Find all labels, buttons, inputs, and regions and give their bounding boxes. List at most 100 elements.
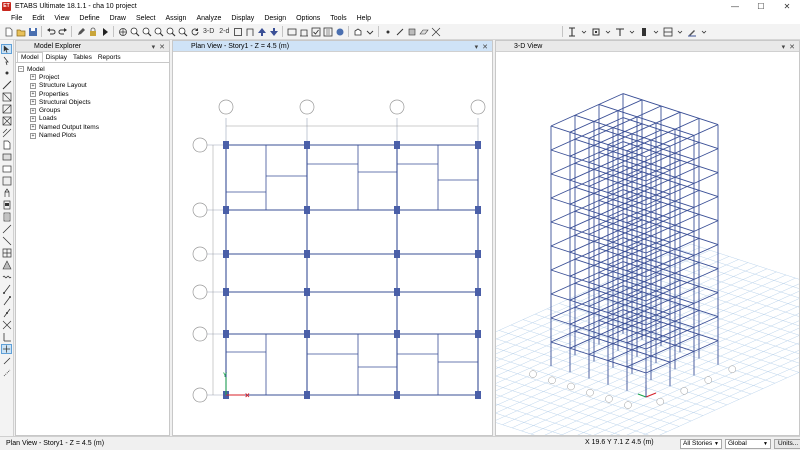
draw-wall-stack-icon[interactable]	[1, 188, 12, 198]
plan-view-canvas[interactable]: ×Y	[173, 52, 492, 435]
column-icon[interactable]	[638, 26, 649, 37]
plan-view-window[interactable]: Plan View - Story1 - Z = 4.5 (m) ▾ ✕ × Y	[172, 40, 493, 436]
draw-braces-icon[interactable]	[1, 104, 12, 114]
draw-beam-icon[interactable]	[1, 80, 12, 90]
3d-view-canvas[interactable]	[496, 52, 799, 435]
chevron-down-icon[interactable]	[674, 26, 685, 37]
pane-close-icon[interactable]: ✕	[789, 43, 795, 51]
undo-icon[interactable]	[45, 26, 56, 37]
zoom-window-icon[interactable]	[153, 26, 164, 37]
pane-menu-icon[interactable]: ▾	[782, 43, 786, 51]
zoom-in-icon[interactable]	[129, 26, 140, 37]
tab-model[interactable]: Model	[17, 52, 43, 62]
new-icon[interactable]	[3, 26, 14, 37]
expand-icon[interactable]: +	[30, 115, 36, 122]
menu-design[interactable]: Design	[259, 15, 291, 22]
pencil-icon[interactable]	[75, 26, 86, 37]
tree-item-project[interactable]: + Project	[18, 73, 167, 81]
draw-reference-point-icon[interactable]	[1, 236, 12, 246]
draw-frame-grid-icon[interactable]	[1, 92, 12, 102]
select-frame-icon[interactable]	[286, 26, 297, 37]
menu-select[interactable]: Select	[131, 15, 160, 22]
section-t-icon[interactable]	[614, 26, 625, 37]
expand-icon[interactable]: +	[30, 107, 36, 114]
pane-close-icon[interactable]: ✕	[482, 43, 488, 51]
3d-view-window[interactable]: 3-D View ▾ ✕	[495, 40, 800, 436]
expand-icon[interactable]: +	[30, 124, 36, 131]
save-icon[interactable]	[27, 26, 38, 37]
collapse-icon[interactable]: −	[18, 66, 24, 73]
expand-icon[interactable]: +	[30, 74, 36, 81]
snap-grid-icon[interactable]	[1, 344, 12, 354]
draw-dimension-icon[interactable]	[1, 224, 12, 234]
tree-item-groups[interactable]: + Groups	[18, 106, 167, 114]
draw-wall-icon[interactable]	[406, 26, 417, 37]
tree-item-loads[interactable]: + Loads	[18, 115, 167, 123]
menu-tools[interactable]: Tools	[325, 15, 351, 22]
snap-perpendicular-icon[interactable]	[1, 332, 12, 342]
pane-menu-icon[interactable]: ▾	[152, 43, 156, 51]
chevron-down-icon[interactable]	[626, 26, 637, 37]
menu-file[interactable]: File	[6, 15, 27, 22]
grid-icon[interactable]	[1, 248, 12, 258]
draw-area-icon[interactable]	[1, 176, 12, 186]
tree-item-properties[interactable]: + Properties	[18, 90, 167, 98]
coord-system-select[interactable]: Global ▼	[725, 439, 771, 449]
pane-menu-icon[interactable]: ▾	[475, 43, 479, 51]
tree-item-named-plots[interactable]: + Named Plots	[18, 131, 167, 139]
expand-icon[interactable]: +	[30, 99, 36, 106]
draw-slab-icon[interactable]	[418, 26, 429, 37]
pane-close-icon[interactable]: ✕	[159, 43, 165, 51]
draw-secondary-beam-icon[interactable]	[1, 128, 12, 138]
expand-icon[interactable]: +	[30, 91, 36, 98]
plan-view-icon[interactable]	[232, 26, 243, 37]
reshape-icon[interactable]	[1, 56, 12, 66]
pointer-icon[interactable]	[1, 44, 12, 54]
tree-item-model[interactable]: − Model	[18, 65, 167, 73]
2d-view-button[interactable]: 2-d	[217, 28, 231, 35]
frame-assign-icon[interactable]	[662, 26, 673, 37]
chevron-down-icon[interactable]	[578, 26, 589, 37]
snap-end-icon[interactable]	[1, 296, 12, 306]
expand-icon[interactable]: +	[30, 82, 36, 89]
snap-mid-icon[interactable]	[1, 308, 12, 318]
menu-options[interactable]: Options	[291, 15, 325, 22]
tree-item-structure-layout[interactable]: + Structure Layout	[18, 82, 167, 90]
tree-item-structural-objects[interactable]: + Structural Objects	[18, 98, 167, 106]
draw-wall-icon[interactable]	[1, 140, 12, 150]
lock-icon[interactable]	[87, 26, 98, 37]
draw-joint-icon[interactable]	[1, 68, 12, 78]
draw-tendon-icon[interactable]	[1, 212, 12, 222]
zoom-out-icon[interactable]	[141, 26, 152, 37]
check-icon[interactable]	[310, 26, 321, 37]
section-i-icon[interactable]	[566, 26, 577, 37]
draw-joint-icon[interactable]	[382, 26, 393, 37]
menu-display[interactable]: Display	[226, 15, 259, 22]
tab-tables[interactable]: Tables	[70, 53, 95, 62]
run-icon[interactable]	[99, 26, 110, 37]
move-down-icon[interactable]	[268, 26, 279, 37]
zoom-previous-icon[interactable]	[177, 26, 188, 37]
menu-define[interactable]: Define	[74, 15, 104, 22]
move-up-icon[interactable]	[256, 26, 267, 37]
menu-assign[interactable]: Assign	[160, 15, 191, 22]
minimize-button[interactable]: —	[722, 0, 748, 12]
expand-icon[interactable]: +	[30, 132, 36, 139]
redo-icon[interactable]	[57, 26, 68, 37]
draw-link-icon[interactable]	[1, 200, 12, 210]
chevron-down-icon[interactable]	[602, 26, 613, 37]
snap-extension-icon[interactable]	[1, 368, 12, 378]
snap-intersection-icon[interactable]	[1, 320, 12, 330]
pan-icon[interactable]	[117, 26, 128, 37]
chevron-down-icon[interactable]	[650, 26, 661, 37]
draw-slab-icon[interactable]	[1, 152, 12, 162]
tree-item-named-output-items[interactable]: + Named Output Items	[18, 123, 167, 131]
draw-brace-icon[interactable]	[430, 26, 441, 37]
section-box-icon[interactable]	[590, 26, 601, 37]
menu-draw[interactable]: Draw	[105, 15, 131, 22]
story-select[interactable]: All Stories ▼	[680, 439, 722, 449]
3d-view-button[interactable]: 3-D	[201, 28, 216, 35]
tab-reports[interactable]: Reports	[95, 53, 124, 62]
menu-analyze[interactable]: Analyze	[191, 15, 226, 22]
assign-icon[interactable]	[298, 26, 309, 37]
